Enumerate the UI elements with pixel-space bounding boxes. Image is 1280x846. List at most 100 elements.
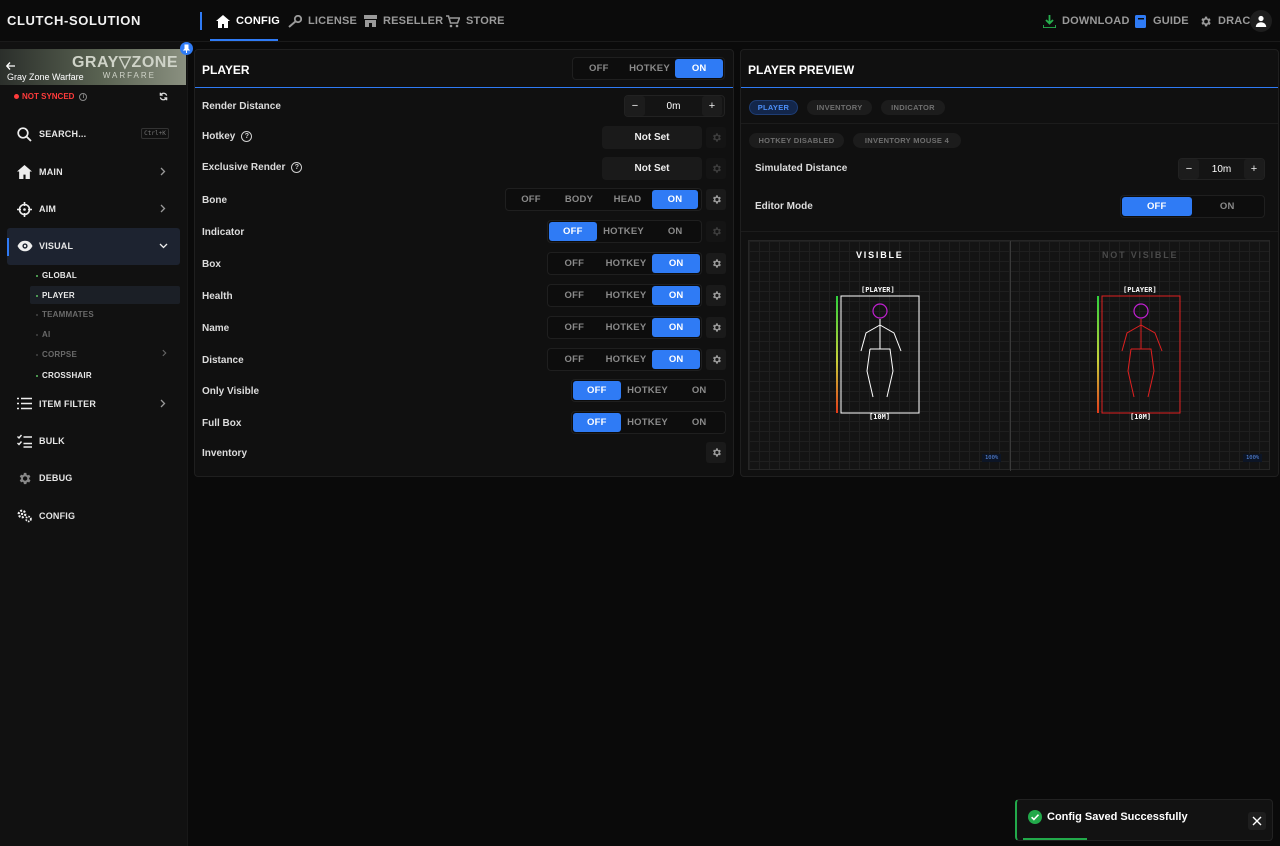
toggle-hotkey[interactable]: HOTKEY xyxy=(600,286,653,305)
back-arrow-icon[interactable] xyxy=(6,62,15,70)
sidebar-subitem-teammates[interactable]: TEAMMATES xyxy=(36,310,94,319)
tab-inventory[interactable]: INVENTORY xyxy=(807,100,872,115)
sidebar-item-debug[interactable]: DEBUG xyxy=(0,460,188,496)
name-toggle[interactable]: OFF HOTKEY ON xyxy=(547,316,702,339)
toggle-off[interactable]: OFF xyxy=(1122,197,1192,216)
decrement-button[interactable]: − xyxy=(1179,159,1199,179)
game-logo-sub: WARFARE xyxy=(102,71,156,80)
toggle-on[interactable]: ON xyxy=(675,59,724,78)
game-logo: GRAY▽ZONE xyxy=(71,54,178,71)
toggle-hotkey[interactable]: HOTKEY xyxy=(600,350,653,369)
toggle-off[interactable]: OFF xyxy=(507,190,555,209)
only-visible-toggle[interactable]: OFF HOTKEY ON xyxy=(571,379,726,402)
bone-settings-button[interactable] xyxy=(706,189,726,210)
simulated-distance-stepper[interactable]: − 10m + xyxy=(1178,158,1265,180)
toggle-on[interactable]: ON xyxy=(652,350,701,369)
sidebar-subitem-ai[interactable]: AI xyxy=(36,330,50,339)
name-settings-button[interactable] xyxy=(706,317,726,338)
toggle-on[interactable]: ON xyxy=(652,286,701,305)
toggle-body[interactable]: BODY xyxy=(555,190,603,209)
help-icon[interactable]: ? xyxy=(241,131,253,142)
render-distance-value[interactable]: 0m xyxy=(645,101,702,112)
editor-mode-toggle[interactable]: OFF ON xyxy=(1120,195,1265,218)
tab-player[interactable]: PLAYER xyxy=(749,100,798,115)
avatar[interactable] xyxy=(1250,10,1272,32)
cart-icon xyxy=(446,14,460,27)
sidebar-item-main[interactable]: MAIN xyxy=(0,154,188,190)
gear-icon xyxy=(712,164,721,173)
distance-settings-button[interactable] xyxy=(706,349,726,370)
render-distance-stepper[interactable]: − 0m + xyxy=(624,95,725,117)
toggle-on[interactable]: ON xyxy=(1192,197,1264,216)
refresh-icon[interactable] xyxy=(159,92,168,101)
toggle-off[interactable]: OFF xyxy=(549,254,600,273)
toggle-on[interactable]: ON xyxy=(674,413,724,432)
help-icon[interactable]: ? xyxy=(291,162,303,173)
nav-store[interactable]: STORE xyxy=(446,0,505,42)
toggle-hotkey[interactable]: HOTKEY xyxy=(600,318,653,337)
search-shortcut: Ctrl+K xyxy=(141,128,169,139)
nav-reseller[interactable]: RESELLER xyxy=(364,0,443,42)
simulated-distance-value[interactable]: 10m xyxy=(1199,164,1244,175)
bone-toggle[interactable]: OFF BODY HEAD ON xyxy=(505,188,702,211)
inventory-settings-button[interactable] xyxy=(706,442,726,463)
nav-guide[interactable]: GUIDE xyxy=(1135,0,1189,42)
distance-toggle[interactable]: OFF HOTKEY ON xyxy=(547,348,702,371)
player-master-toggle[interactable]: OFF HOTKEY ON xyxy=(572,57,725,80)
esp-preview-canvas[interactable]: VISIBLE [PLAYER] [10M] 100% NOT VISIBLE … xyxy=(748,240,1270,471)
toggle-off[interactable]: OFF xyxy=(549,350,600,369)
sidebar-item-aim[interactable]: AIM xyxy=(0,191,188,227)
sidebar-subitem-corpse[interactable]: CORPSE xyxy=(36,350,77,359)
toggle-hotkey[interactable]: HOTKEY xyxy=(624,59,676,78)
nav-download[interactable]: DOWNLOAD xyxy=(1043,0,1130,42)
toggle-on[interactable]: ON xyxy=(650,222,700,241)
toggle-off[interactable]: OFF xyxy=(573,381,621,400)
toggle-on[interactable]: ON xyxy=(674,381,724,400)
gear-icon xyxy=(712,291,721,300)
store-icon xyxy=(364,15,377,27)
decrement-button[interactable]: − xyxy=(625,96,645,116)
toggle-hotkey[interactable]: HOTKEY xyxy=(621,413,675,432)
hidden-player-esp xyxy=(1097,295,1181,414)
nav-license[interactable]: LICENSE xyxy=(288,0,357,42)
toggle-off[interactable]: OFF xyxy=(573,413,621,432)
tab-indicator[interactable]: INDICATOR xyxy=(881,100,945,115)
panel-title: PLAYER xyxy=(202,63,250,77)
exclusive-render-bind-button[interactable]: Not Set xyxy=(602,157,702,180)
increment-button[interactable]: + xyxy=(1244,159,1264,179)
hotkey-bind-button[interactable]: Not Set xyxy=(602,126,702,149)
toggle-hotkey[interactable]: HOTKEY xyxy=(597,222,651,241)
toggle-head[interactable]: HEAD xyxy=(603,190,652,209)
sidebar-item-config[interactable]: CONFIG xyxy=(0,498,188,534)
nav-config[interactable]: CONFIG xyxy=(216,0,280,42)
full-box-toggle[interactable]: OFF HOTKEY ON xyxy=(571,411,726,434)
toggle-hotkey[interactable]: HOTKEY xyxy=(621,381,675,400)
box-toggle[interactable]: OFF HOTKEY ON xyxy=(547,252,702,275)
sidebar-item-item-filter[interactable]: ITEM FILTER xyxy=(0,386,188,422)
toast-close-button[interactable] xyxy=(1248,812,1266,830)
nav-user-settings[interactable]: DRAC xyxy=(1199,0,1251,42)
sidebar-subitem-crosshair[interactable]: CROSSHAIR xyxy=(36,371,92,380)
chevron-right-icon xyxy=(162,349,167,357)
sidebar-item-bulk[interactable]: BULK xyxy=(0,423,188,459)
health-toggle[interactable]: OFF HOTKEY ON xyxy=(547,284,702,307)
health-settings-button[interactable] xyxy=(706,285,726,306)
divider xyxy=(741,123,1278,124)
toggle-hotkey[interactable]: HOTKEY xyxy=(600,254,653,273)
toggle-off[interactable]: OFF xyxy=(574,59,624,78)
sidebar-subitem-global[interactable]: GLOBAL xyxy=(36,271,77,280)
toggle-on[interactable]: ON xyxy=(652,190,698,209)
toggle-off[interactable]: OFF xyxy=(549,286,600,305)
toggle-off[interactable]: OFF xyxy=(549,222,597,241)
toggle-on[interactable]: ON xyxy=(652,254,701,273)
increment-button[interactable]: + xyxy=(702,96,722,116)
indicator-toggle[interactable]: OFF HOTKEY ON xyxy=(547,220,702,243)
gear-icon xyxy=(19,472,31,485)
game-banner[interactable]: GRAY▽ZONE WARFARE Gray Zone Warfare xyxy=(0,49,186,85)
sidebar-item-visual[interactable]: VISUAL xyxy=(0,228,188,264)
pin-icon[interactable] xyxy=(180,42,193,55)
box-settings-button[interactable] xyxy=(706,253,726,274)
toggle-on[interactable]: ON xyxy=(652,318,701,337)
sidebar-subitem-player[interactable]: PLAYER xyxy=(36,291,75,300)
toggle-off[interactable]: OFF xyxy=(549,318,600,337)
